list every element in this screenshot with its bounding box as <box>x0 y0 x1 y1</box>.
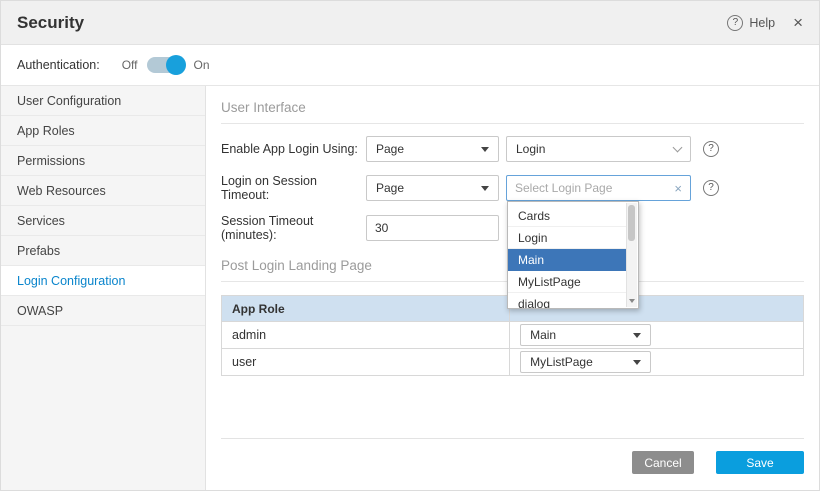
session-timeout-minutes-label: Session Timeout (minutes): <box>221 214 366 242</box>
section-divider <box>221 123 804 124</box>
enable-app-login-row: Enable App Login Using: Page Login ? <box>221 136 804 162</box>
section-title-user-interface: User Interface <box>221 100 804 115</box>
selected-page-value: Login <box>516 142 545 156</box>
dropdown-arrow-icon <box>481 147 489 152</box>
clear-icon[interactable]: × <box>674 182 682 195</box>
landing-page-cell: MyListPage <box>510 349 804 376</box>
dropdown-option-dialog[interactable]: dialog <box>508 293 626 309</box>
security-dialog: Security ? Help × Authentication: Off On… <box>0 0 820 491</box>
landing-page-cell: Main <box>510 322 804 349</box>
help-icon[interactable]: ? <box>727 15 743 31</box>
dropdown-scrollbar[interactable] <box>626 203 637 307</box>
role-cell: admin <box>222 322 510 349</box>
field-help-icon[interactable]: ? <box>703 180 719 196</box>
cancel-button[interactable]: Cancel <box>632 451 694 474</box>
chevron-down-icon <box>673 142 683 152</box>
table-row: admin Main <box>222 322 804 349</box>
login-page-search-input[interactable] <box>515 181 674 195</box>
toggle-on-label: On <box>194 58 210 72</box>
login-page-dropdown-list: Cards Login Main MyListPage dialog <box>507 201 639 309</box>
dropdown-arrow-icon <box>481 186 489 191</box>
dropdown-arrow-icon <box>633 333 641 338</box>
login-page-search-box: × <box>506 175 691 201</box>
header: Security ? Help × <box>1 1 819 45</box>
session-timeout-input[interactable] <box>366 215 499 241</box>
enable-app-login-page-select[interactable]: Login <box>506 136 691 162</box>
login-session-timeout-row: Login on Session Timeout: Page × ? <box>221 174 804 202</box>
login-session-timeout-label: Login on Session Timeout: <box>221 174 366 202</box>
enable-app-login-label: Enable App Login Using: <box>221 142 366 156</box>
role-cell: user <box>222 349 510 376</box>
dropdown-arrow-icon <box>633 360 641 365</box>
page-title: Security <box>17 13 84 33</box>
sidebar-item-permissions[interactable]: Permissions <box>1 146 205 176</box>
dropdown-option-mylistpage[interactable]: MyListPage <box>508 271 626 293</box>
dropdown-option-cards[interactable]: Cards <box>508 205 626 227</box>
save-button[interactable]: Save <box>716 451 804 474</box>
landing-page-select-user[interactable]: MyListPage <box>520 351 651 373</box>
toggle-knob-icon <box>166 55 186 75</box>
sidebar-item-owasp[interactable]: OWASP <box>1 296 205 326</box>
selected-type-value: Page <box>376 181 404 195</box>
down-triangle-icon <box>629 299 635 303</box>
header-actions: ? Help × <box>727 14 803 31</box>
session-timeout-type-select[interactable]: Page <box>366 175 499 201</box>
scrollbar-down-arrow-icon[interactable] <box>627 295 637 307</box>
selected-landing-page: MyListPage <box>530 355 593 369</box>
landing-page-select-admin[interactable]: Main <box>520 324 651 346</box>
sidebar-item-web-resources[interactable]: Web Resources <box>1 176 205 206</box>
app-role-column-header: App Role <box>222 296 510 322</box>
sidebar-item-app-roles[interactable]: App Roles <box>1 116 205 146</box>
sidebar: User Configuration App Roles Permissions… <box>1 86 206 491</box>
close-icon[interactable]: × <box>793 14 803 31</box>
dropdown-option-main[interactable]: Main <box>508 249 626 271</box>
sidebar-item-prefabs[interactable]: Prefabs <box>1 236 205 266</box>
toggle-off-label: Off <box>122 58 138 72</box>
dropdown-option-login[interactable]: Login <box>508 227 626 249</box>
body: User Configuration App Roles Permissions… <box>1 86 819 491</box>
footer-actions: Cancel Save <box>221 438 804 491</box>
authentication-label: Authentication: <box>17 58 100 72</box>
help-link[interactable]: Help <box>749 16 775 30</box>
authentication-row: Authentication: Off On <box>1 45 819 86</box>
sidebar-item-user-configuration[interactable]: User Configuration <box>1 86 205 116</box>
table-row: user MyListPage <box>222 349 804 376</box>
scrollbar-thumb[interactable] <box>628 205 635 241</box>
sidebar-item-login-configuration[interactable]: Login Configuration <box>1 266 205 296</box>
field-help-icon[interactable]: ? <box>703 141 719 157</box>
enable-app-login-type-select[interactable]: Page <box>366 136 499 162</box>
spacer <box>221 376 804 438</box>
authentication-toggle[interactable] <box>147 57 185 73</box>
selected-landing-page: Main <box>530 328 556 342</box>
sidebar-item-services[interactable]: Services <box>1 206 205 236</box>
selected-type-value: Page <box>376 142 404 156</box>
